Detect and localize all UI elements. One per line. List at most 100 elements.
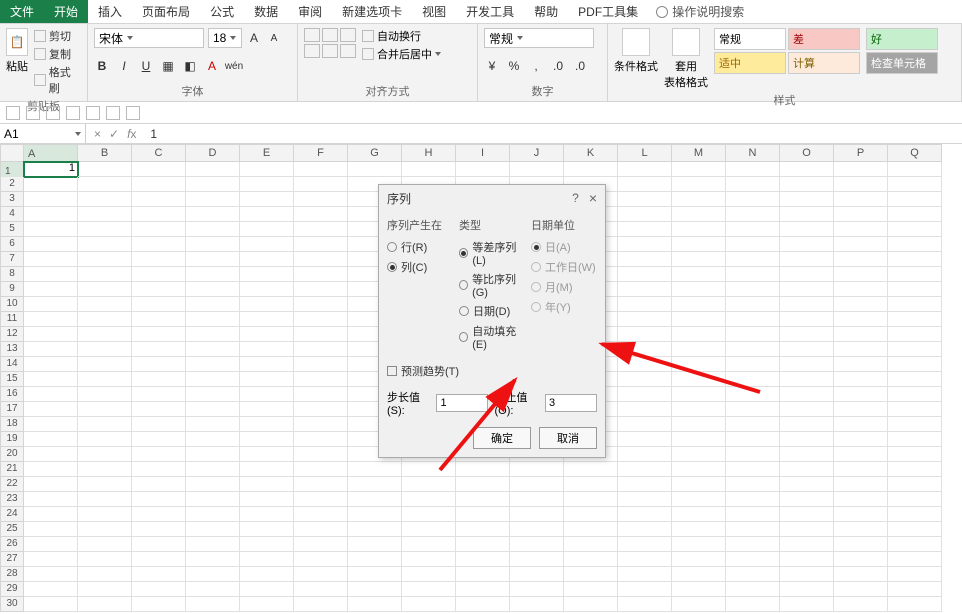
cell[interactable]	[24, 537, 78, 552]
cell[interactable]	[240, 282, 294, 297]
cell[interactable]	[240, 312, 294, 327]
cell[interactable]	[132, 342, 186, 357]
number-format-select[interactable]: 常规	[484, 28, 594, 48]
cell[interactable]	[402, 522, 456, 537]
font-color-button[interactable]: A	[204, 58, 220, 74]
save-icon[interactable]	[6, 106, 20, 120]
row-header-6[interactable]: 6	[0, 237, 24, 252]
row-header-28[interactable]: 28	[0, 567, 24, 582]
cell[interactable]	[24, 507, 78, 522]
tab-pdf[interactable]: PDF工具集	[568, 0, 648, 23]
cell[interactable]	[24, 387, 78, 402]
cell[interactable]	[888, 312, 942, 327]
cell[interactable]	[24, 222, 78, 237]
cell[interactable]	[726, 402, 780, 417]
cell[interactable]	[780, 297, 834, 312]
cell[interactable]	[294, 237, 348, 252]
cell[interactable]	[78, 177, 132, 192]
cell[interactable]	[456, 597, 510, 612]
cell[interactable]	[726, 387, 780, 402]
name-box[interactable]: A1	[0, 124, 86, 143]
cell[interactable]	[780, 252, 834, 267]
cell[interactable]	[834, 402, 888, 417]
cell[interactable]	[132, 432, 186, 447]
cell[interactable]	[132, 522, 186, 537]
cell[interactable]	[24, 522, 78, 537]
cell[interactable]	[618, 357, 672, 372]
cell[interactable]	[726, 252, 780, 267]
cell[interactable]	[618, 372, 672, 387]
cell[interactable]	[78, 192, 132, 207]
cell[interactable]	[132, 537, 186, 552]
cell[interactable]	[618, 252, 672, 267]
cell[interactable]	[888, 327, 942, 342]
cell[interactable]	[780, 492, 834, 507]
cell[interactable]	[186, 237, 240, 252]
cell[interactable]	[834, 462, 888, 477]
cell[interactable]	[834, 507, 888, 522]
cell[interactable]	[78, 372, 132, 387]
cell[interactable]	[78, 462, 132, 477]
row-header-13[interactable]: 13	[0, 342, 24, 357]
cell[interactable]	[78, 342, 132, 357]
cell[interactable]	[132, 417, 186, 432]
cell[interactable]	[456, 462, 510, 477]
cell[interactable]	[564, 462, 618, 477]
cell[interactable]	[186, 222, 240, 237]
cell[interactable]	[618, 177, 672, 192]
cell[interactable]	[348, 162, 402, 177]
cell[interactable]	[186, 477, 240, 492]
cell[interactable]	[294, 207, 348, 222]
cell[interactable]	[672, 402, 726, 417]
cell[interactable]	[834, 237, 888, 252]
cell[interactable]	[726, 192, 780, 207]
row-header-11[interactable]: 11	[0, 312, 24, 327]
row-header-20[interactable]: 20	[0, 447, 24, 462]
cell[interactable]	[294, 582, 348, 597]
cell[interactable]	[888, 297, 942, 312]
increase-decimal-icon[interactable]: .0	[550, 58, 566, 74]
cell[interactable]	[240, 402, 294, 417]
cell[interactable]	[348, 507, 402, 522]
cell[interactable]	[186, 192, 240, 207]
cell[interactable]	[294, 537, 348, 552]
cell[interactable]	[294, 327, 348, 342]
cell[interactable]	[672, 342, 726, 357]
cell[interactable]	[888, 282, 942, 297]
merge-center-button[interactable]: 合并后居中	[362, 46, 441, 62]
cell[interactable]	[834, 492, 888, 507]
conditional-format-button[interactable]: 条件格式	[614, 28, 658, 74]
cell[interactable]	[24, 282, 78, 297]
cell[interactable]	[186, 567, 240, 582]
row-header-2[interactable]: 2	[0, 177, 24, 192]
cell[interactable]	[780, 327, 834, 342]
cell[interactable]	[78, 327, 132, 342]
cell[interactable]	[240, 387, 294, 402]
cell[interactable]	[888, 342, 942, 357]
cell[interactable]	[564, 567, 618, 582]
cell[interactable]	[888, 522, 942, 537]
cell[interactable]	[780, 177, 834, 192]
cell[interactable]	[240, 357, 294, 372]
cell[interactable]	[456, 507, 510, 522]
col-header-B[interactable]: B	[78, 144, 132, 162]
row-header-12[interactable]: 12	[0, 327, 24, 342]
cell[interactable]	[240, 567, 294, 582]
row-header-14[interactable]: 14	[0, 357, 24, 372]
cell[interactable]	[834, 567, 888, 582]
cell[interactable]	[24, 297, 78, 312]
cell[interactable]	[24, 582, 78, 597]
cell[interactable]	[186, 342, 240, 357]
cell[interactable]	[24, 402, 78, 417]
cell[interactable]	[78, 207, 132, 222]
table-format-button[interactable]: 套用 表格格式	[664, 28, 708, 90]
cell[interactable]	[132, 387, 186, 402]
cell[interactable]	[240, 162, 294, 177]
cell[interactable]	[294, 387, 348, 402]
cell[interactable]	[240, 267, 294, 282]
cell[interactable]	[780, 522, 834, 537]
alignment-grid[interactable]	[304, 28, 356, 58]
cell[interactable]	[618, 552, 672, 567]
cell[interactable]	[834, 162, 888, 177]
tab-review[interactable]: 审阅	[288, 0, 332, 23]
